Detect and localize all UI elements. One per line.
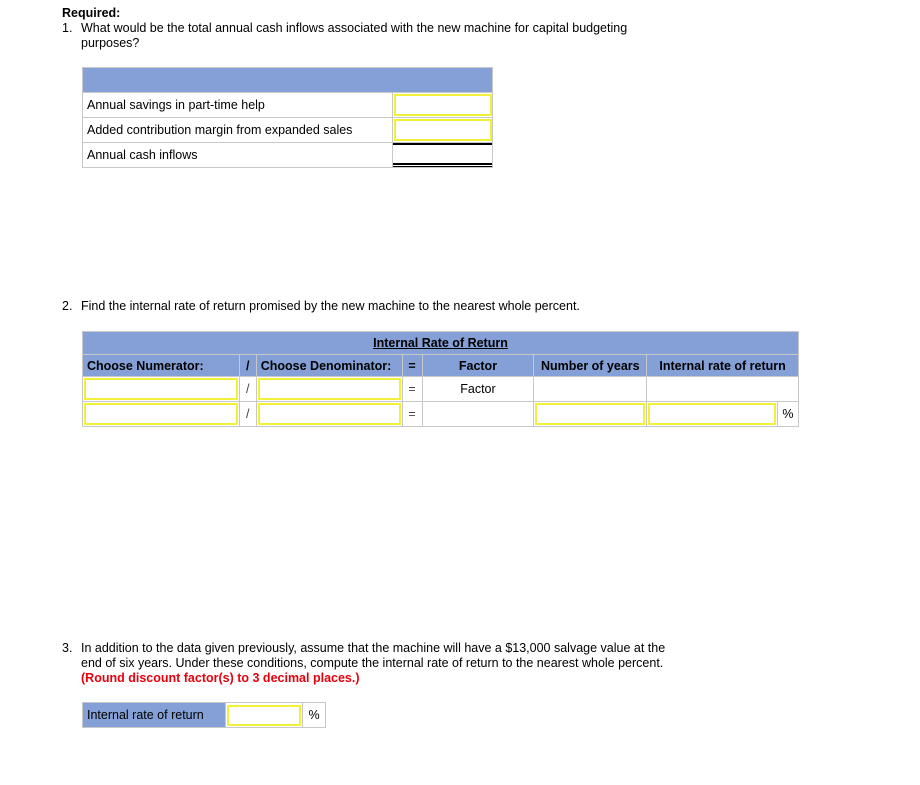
- annual-cash-inflows-total: [393, 143, 492, 167]
- percent-sign: %: [776, 401, 800, 427]
- header-numerator: Choose Numerator:: [82, 354, 240, 377]
- empty-cell: [533, 376, 648, 402]
- irr-salvage-input[interactable]: [227, 704, 301, 726]
- question-text: In addition to the data given previously…: [81, 641, 666, 670]
- irr-label: Internal rate of return: [82, 702, 226, 728]
- question-1: 1. What would be the total annual cash i…: [62, 21, 682, 51]
- row-label: Annual savings in part-time help: [83, 93, 393, 117]
- denominator-input-2[interactable]: [257, 403, 401, 425]
- row-label: Added contribution margin from expanded …: [83, 118, 393, 142]
- header-denominator: Choose Denominator:: [255, 354, 403, 377]
- question-text: Find the internal rate of return promise…: [81, 299, 580, 313]
- rounding-instruction: (Round discount factor(s) to 3 decimal p…: [81, 671, 360, 685]
- question-2: 2. Find the internal rate of return prom…: [62, 299, 682, 314]
- percent-sign: %: [302, 702, 326, 728]
- numerator-select-1[interactable]: [84, 378, 238, 400]
- factor-result: [421, 401, 535, 427]
- cash-inflows-table: Annual savings in part-time help Added c…: [82, 67, 493, 168]
- table-row: Annual savings in part-time help: [83, 92, 492, 117]
- table-row: Added contribution margin from expanded …: [83, 117, 492, 142]
- question-number: 3.: [62, 641, 73, 655]
- header-irr: Internal rate of return: [646, 354, 799, 377]
- question-3: 3. In addition to the data given previou…: [62, 641, 682, 686]
- contribution-margin-input[interactable]: [394, 119, 492, 141]
- header-factor: Factor: [421, 354, 535, 377]
- divide-sign: /: [238, 401, 257, 427]
- number-of-years-input[interactable]: [535, 403, 646, 425]
- equals-sign: =: [401, 401, 423, 427]
- table-row: / = Factor: [82, 376, 799, 402]
- header-years: Number of years: [533, 354, 648, 377]
- required-heading: Required:: [62, 6, 121, 20]
- table-header: [83, 68, 492, 92]
- question-text: What would be the total annual cash infl…: [81, 21, 628, 50]
- numerator-input-2[interactable]: [84, 403, 238, 425]
- row-label: Annual cash inflows: [83, 143, 393, 167]
- table-row: / = %: [82, 401, 800, 427]
- header-equals: =: [401, 354, 423, 377]
- denominator-select-1[interactable]: [257, 378, 401, 400]
- equals-sign: =: [401, 376, 423, 402]
- header-divide: /: [238, 354, 257, 377]
- irr-salvage-table: Internal rate of return %: [82, 702, 326, 728]
- empty-cell: [646, 376, 799, 402]
- part-time-savings-input[interactable]: [394, 94, 492, 116]
- irr-table-title: Internal Rate of Return: [82, 331, 799, 355]
- irr-input[interactable]: [648, 403, 776, 425]
- divide-sign: /: [238, 376, 257, 402]
- table-row: Annual cash inflows: [83, 142, 492, 167]
- question-number: 2.: [62, 299, 73, 313]
- irr-table: Internal Rate of Return Choose Numerator…: [82, 331, 800, 427]
- question-number: 1.: [62, 21, 73, 35]
- factor-label: Factor: [421, 376, 535, 402]
